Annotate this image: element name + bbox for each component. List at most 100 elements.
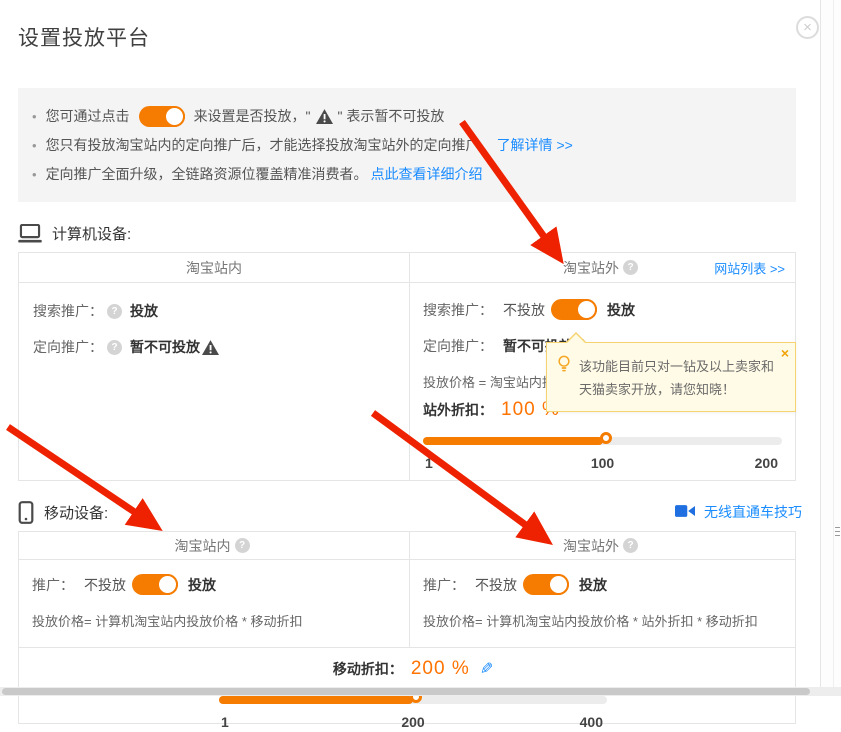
learn-more-link[interactable]: 了解详情 >>: [497, 135, 573, 155]
mobile-onsite-price-formula: 投放价格= 计算机淘宝站内投放价格 * 移动折扣: [32, 611, 396, 630]
computer-onsite-target-row: 定向推广： ? 暂不可投放: [33, 337, 395, 357]
warning-icon: [316, 109, 333, 124]
mobile-offsite-header: 淘宝站外 ?: [410, 532, 795, 559]
help-icon[interactable]: ?: [623, 260, 638, 275]
edit-pencil-icon[interactable]: ✎: [480, 659, 493, 679]
page-right-edge: [820, 0, 841, 696]
notice-line2-text: 您只有投放淘宝站内的定向推广后，才能选择投放淘宝站外的定向推广，: [46, 135, 494, 155]
help-icon[interactable]: ?: [107, 340, 122, 355]
computer-icon: [18, 224, 42, 243]
computer-onsite-search-row: 搜索推广： ? 投放: [33, 301, 395, 321]
toggle-knob-icon: [576, 299, 597, 320]
vertical-scrollbar-track[interactable]: [833, 0, 834, 688]
promo-label: 推广：: [423, 575, 465, 595]
mobile-discount-label: 移动折扣：: [333, 659, 403, 679]
slider-max-label: 200: [755, 455, 778, 471]
computer-section-label: 计算机设备:: [52, 223, 131, 244]
mobile-offsite-toggle[interactable]: [523, 574, 569, 595]
mobile-offsite-promo-row: 推广： 不投放 投放: [423, 574, 782, 595]
help-icon[interactable]: ?: [623, 538, 638, 553]
mobile-onsite-header: 淘宝站内 ?: [19, 532, 410, 559]
toggle-on-label: 投放: [579, 575, 607, 595]
toggle-off-label: 不投放: [84, 575, 126, 595]
computer-onsite-header-label: 淘宝站内: [186, 258, 242, 278]
toggle-knob-icon: [157, 574, 178, 595]
search-promo-status: 投放: [130, 301, 158, 321]
video-camera-icon: [675, 504, 695, 520]
bullet-icon: •: [32, 167, 37, 182]
horizontal-scrollbar-thumb[interactable]: [2, 688, 810, 695]
computer-offsite-search-row: 搜索推广： 不投放 投放: [423, 299, 782, 320]
slider-fill: [219, 696, 413, 704]
seller-tip-tooltip: × 该功能目前只对一钻及以上卖家和天猫卖家开放，请您知晓！: [546, 342, 796, 412]
notice-line-upgrade: • 定向推广全面升级，全链路资源位覆盖精准消费者。 点此查看详细介绍: [32, 161, 780, 187]
mobile-phone-icon: [18, 501, 34, 524]
mobile-table-head: 淘宝站内 ? 淘宝站外 ?: [19, 532, 795, 560]
mobile-discount-value: 200 %: [411, 658, 470, 680]
computer-section-header: 计算机设备:: [18, 220, 802, 246]
mobile-section-label: 移动设备:: [44, 502, 108, 523]
help-icon[interactable]: ?: [235, 538, 250, 553]
search-promo-label: 搜索推广：: [33, 301, 103, 321]
notice-box: • 您可通过点击 来设置是否投放，" " 表示暂不可投放 • 您只有投放淘宝站内…: [18, 88, 796, 202]
lightbulb-icon: [557, 355, 571, 401]
set-platform-dialog: × 设置投放平台 • 您可通过点击 来设置是否投放，" " 表示暂不可投放 • …: [0, 0, 820, 688]
mobile-section-header: 移动设备: 无线直通车技巧: [18, 499, 802, 525]
detail-intro-link[interactable]: 点此查看详细介绍: [371, 164, 483, 184]
tooltip-close-icon[interactable]: ×: [781, 345, 789, 361]
page-title: 设置投放平台: [18, 22, 820, 52]
computer-offsite-header-label: 淘宝站外: [563, 258, 619, 278]
target-promo-label: 定向推广：: [33, 337, 103, 357]
mobile-discount-section: 移动折扣： 200 % ✎ 1 200 400: [19, 647, 795, 723]
slider-mid-label: 100: [591, 455, 614, 471]
toggle-knob-icon: [164, 106, 185, 127]
search-promo-label: 搜索推广：: [423, 300, 493, 320]
mobile-onsite-toggle[interactable]: [132, 574, 178, 595]
computer-table-head: 淘宝站内 淘宝站外 ? 网站列表 >>: [19, 253, 795, 283]
computer-onsite-header: 淘宝站内: [19, 253, 410, 282]
notice-line1-post: " 表示暂不可投放: [338, 106, 445, 126]
target-promo-status: 暂不可投放: [130, 337, 200, 357]
computer-offsite-search-toggle[interactable]: [551, 299, 597, 320]
mobile-onsite-cell: 推广： 不投放 投放 投放价格= 计算机淘宝站内投放价格 * 移动折扣: [19, 560, 410, 647]
site-list-link[interactable]: 网站列表 >>: [714, 258, 785, 277]
offsite-slider-labels: 1 100 200: [423, 455, 782, 473]
slider-handle[interactable]: [600, 432, 612, 444]
mobile-offsite-price-formula: 投放价格= 计算机淘宝站内投放价格 * 站外折扣 * 移动折扣: [423, 611, 782, 630]
settings-dialog-page: × 设置投放平台 • 您可通过点击 来设置是否投放，" " 表示暂不可投放 • …: [0, 0, 841, 696]
mobile-discount-line: 移动折扣： 200 % ✎: [219, 658, 607, 680]
tooltip-text: 该功能目前只对一钻及以上卖家和天猫卖家开放，请您知晓！: [579, 355, 783, 401]
notice-line3-text: 定向推广全面升级，全链路资源位覆盖精准消费者。: [46, 164, 368, 184]
computer-offsite-header: 淘宝站外 ? 网站列表 >>: [410, 253, 795, 282]
mobile-discount-slider[interactable]: [219, 696, 607, 704]
mobile-onsite-promo-row: 推广： 不投放 投放: [32, 574, 396, 595]
notice-line1-mid: 来设置是否投放，": [194, 106, 311, 126]
target-promo-label: 定向推广：: [423, 336, 493, 356]
toggle-on-label: 投放: [607, 300, 635, 320]
mobile-onsite-header-label: 淘宝站内: [175, 536, 231, 556]
notice-line-targeting: • 您只有投放淘宝站内的定向推广后，才能选择投放淘宝站外的定向推广， 了解详情 …: [32, 132, 780, 158]
mobile-table-body: 推广： 不投放 投放 投放价格= 计算机淘宝站内投放价格 * 移动折扣 推广： …: [19, 560, 795, 647]
slider-max-label: 400: [580, 714, 603, 730]
notice-line1-pre: 您可通过点击: [46, 106, 130, 126]
mobile-slider-labels: 1 200 400: [219, 714, 607, 732]
computer-onsite-cell: 搜索推广： ? 投放 定向推广： ? 暂不可投放: [19, 283, 410, 480]
close-icon[interactable]: ×: [796, 16, 819, 39]
slider-min-label: 1: [425, 455, 433, 471]
warning-icon: [202, 340, 219, 355]
scrollbar-grip-icon[interactable]: [835, 527, 840, 536]
slider-fill: [423, 437, 603, 445]
slider-min-label: 1: [221, 714, 229, 730]
help-icon[interactable]: ?: [107, 304, 122, 319]
offsite-discount-slider[interactable]: [423, 437, 782, 445]
notice-line-toggle: • 您可通过点击 来设置是否投放，" " 表示暂不可投放: [32, 103, 780, 129]
toggle-off-label: 不投放: [475, 575, 517, 595]
bullet-icon: •: [32, 109, 37, 124]
wireless-tips-link[interactable]: 无线直通车技巧: [704, 502, 802, 522]
demo-toggle[interactable]: [139, 106, 185, 127]
horizontal-scrollbar[interactable]: [0, 687, 841, 696]
slider-mid-label: 200: [401, 714, 424, 730]
bullet-icon: •: [32, 138, 37, 153]
mobile-offsite-header-label: 淘宝站外: [563, 536, 619, 556]
toggle-off-label: 不投放: [503, 300, 545, 320]
